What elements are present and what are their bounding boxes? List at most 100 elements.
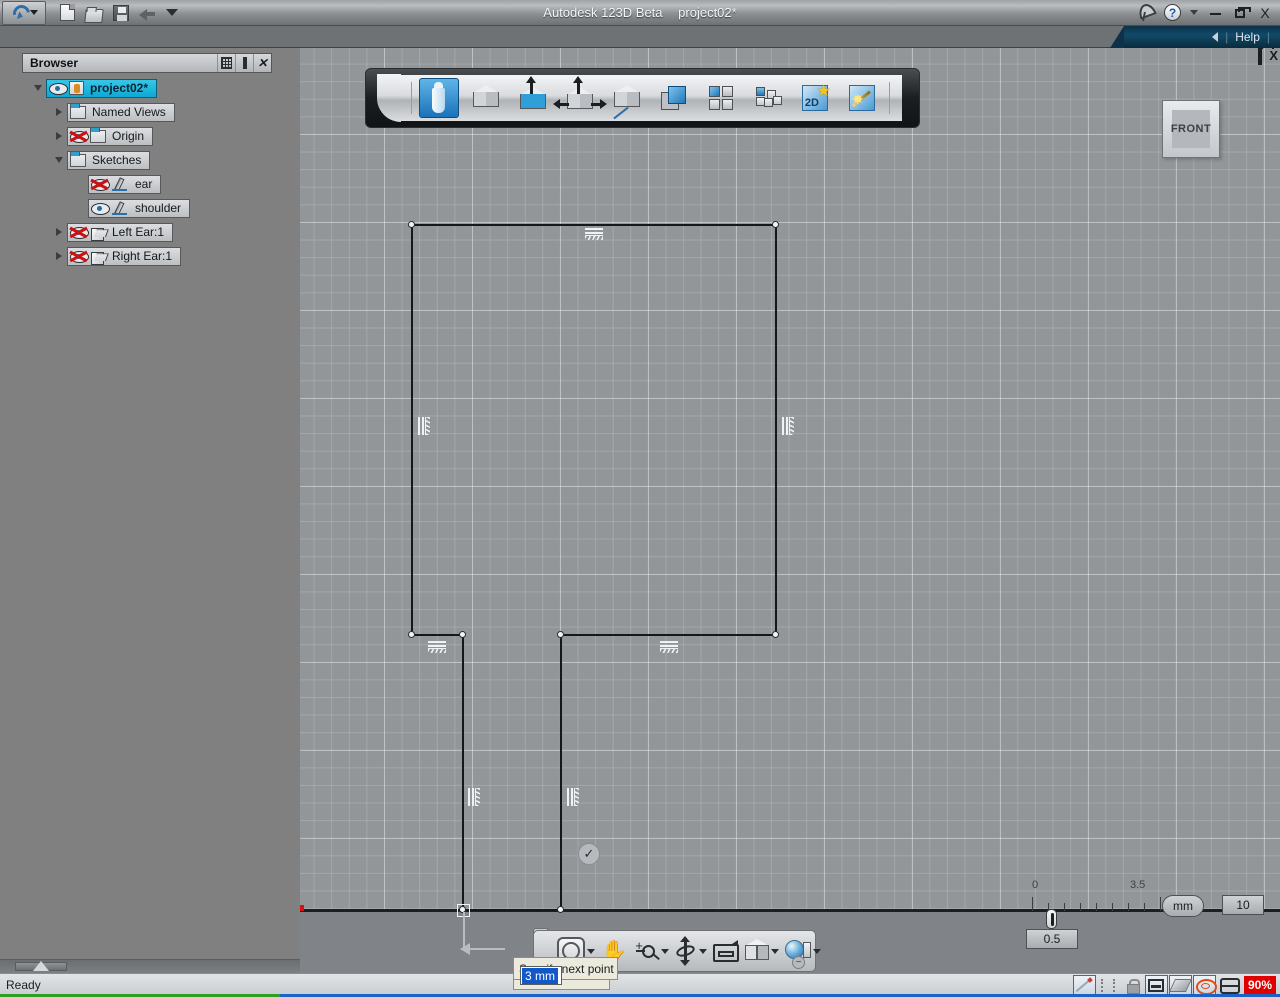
chevron-right-icon[interactable]: [56, 228, 62, 236]
tree-item-label: ear: [135, 177, 153, 191]
tree-item-shoulder[interactable]: shoulder: [72, 198, 191, 218]
drawing-2d-tool[interactable]: 2D ★: [795, 78, 835, 118]
snap-slider-handle[interactable]: [1046, 909, 1057, 929]
layers-icon[interactable]: [1217, 975, 1241, 995]
look-at-button[interactable]: [674, 935, 708, 967]
viewport[interactable]: X 2D ★ ✸ FRONT ✓ ✋ + − 0 3.5 mm 10 0.5: [300, 48, 1280, 973]
app-title-text: Autodesk 123D Beta: [543, 5, 663, 20]
tree-item-chip[interactable]: Right Ear:1: [67, 246, 182, 266]
sketch-tool[interactable]: [418, 78, 459, 118]
scrollbar-grip-icon[interactable]: [33, 961, 49, 971]
viewport-restore-button[interactable]: [1258, 48, 1263, 65]
view-window-button[interactable]: [712, 935, 740, 967]
new-document-icon[interactable]: [58, 3, 77, 22]
view-cube[interactable]: FRONT: [1162, 100, 1220, 158]
pattern-tool[interactable]: [607, 78, 647, 120]
tree-item-chip[interactable]: Origin: [67, 126, 154, 146]
snap-max-field[interactable]: 10: [1222, 895, 1264, 915]
visibility-off-icon[interactable]: [70, 130, 89, 143]
viewport-close-button[interactable]: X: [1269, 48, 1278, 63]
expander[interactable]: [51, 152, 67, 168]
grouping-tool[interactable]: [701, 78, 741, 118]
construct-tool[interactable]: [513, 76, 553, 118]
browser-horizontal-scrollbar[interactable]: [0, 959, 300, 973]
grid-snap-widget: 0 3.5 mm 10 0.5: [1010, 875, 1272, 953]
combine-tool[interactable]: [654, 78, 694, 118]
view-cube-face[interactable]: FRONT: [1171, 110, 1211, 148]
application-menu-button[interactable]: [2, 0, 46, 25]
close-window-button[interactable]: X: [1257, 5, 1273, 21]
zoom-button[interactable]: +: [632, 935, 670, 967]
tree-item-chip[interactable]: Named Views: [67, 102, 175, 122]
tree-item-named-views[interactable]: Named Views: [51, 102, 190, 122]
help-icon[interactable]: ?: [1164, 4, 1181, 21]
snap-value-field[interactable]: 0.5: [1026, 929, 1078, 949]
modify-tool[interactable]: [552, 76, 607, 118]
chevron-down-icon[interactable]: [34, 85, 42, 91]
dimension-brackets-icon[interactable]: [1097, 975, 1120, 995]
sketch-constraint-icon[interactable]: [1072, 975, 1096, 995]
chevron-down-icon[interactable]: [771, 948, 780, 954]
grid-quad-icon: [708, 86, 733, 110]
loop-icon[interactable]: [1192, 975, 1217, 995]
tree-item-ear[interactable]: ear: [72, 174, 190, 194]
help-link[interactable]: Help: [1235, 30, 1260, 44]
help-chevron-down-icon[interactable]: [1190, 10, 1198, 15]
visibility-off-icon[interactable]: [70, 226, 89, 239]
status-bar: Ready 90%: [0, 973, 1280, 997]
tree-item-project02[interactable]: project02*: [30, 78, 190, 98]
plane-icon[interactable]: [1168, 975, 1192, 995]
expander[interactable]: [51, 248, 67, 264]
tree-item-origin[interactable]: Origin: [51, 126, 190, 146]
chevron-down-icon[interactable]: [587, 948, 595, 954]
open-document-icon[interactable]: [84, 4, 104, 23]
dimension-input-value[interactable]: 3 mm: [522, 967, 558, 984]
expander[interactable]: [30, 80, 46, 96]
smart-tool[interactable]: ✸: [842, 78, 882, 118]
expander[interactable]: [51, 224, 67, 240]
minimize-window-button[interactable]: [1207, 5, 1223, 21]
tree-item-sketches[interactable]: Sketches: [51, 150, 190, 170]
display-style-button[interactable]: [744, 935, 780, 967]
dimension-input-field[interactable]: 3 mm: [520, 966, 562, 985]
chevron-right-icon[interactable]: [56, 252, 62, 260]
chevron-down-icon[interactable]: [813, 948, 822, 954]
browser-grid-icon[interactable]: [217, 54, 235, 72]
frame-icon[interactable]: [1144, 975, 1168, 995]
tree-item-chip[interactable]: Sketches: [67, 150, 151, 170]
chevron-right-icon[interactable]: [56, 108, 62, 116]
visibility-off-icon[interactable]: [91, 178, 110, 191]
primitives-tool[interactable]: [466, 78, 506, 118]
navbar-collapse-button[interactable]: −: [792, 956, 805, 969]
chevron-down-icon[interactable]: [29, 10, 38, 15]
tree-item-chip[interactable]: shoulder: [88, 198, 191, 218]
display-style-icon: [745, 939, 770, 963]
chevron-right-icon[interactable]: [56, 132, 62, 140]
browser-dots-icon[interactable]: [235, 54, 253, 72]
visibility-off-icon[interactable]: [70, 250, 89, 263]
expander[interactable]: [51, 104, 67, 120]
collapse-left-icon[interactable]: [1212, 32, 1219, 42]
tree-item-right-ear-1[interactable]: Right Ear:1: [51, 246, 190, 266]
restore-window-button[interactable]: [1232, 5, 1251, 21]
undo-icon[interactable]: [139, 4, 158, 22]
visibility-eye-icon[interactable]: [49, 82, 68, 95]
visibility-eye-icon[interactable]: [91, 202, 110, 215]
tree-item-chip[interactable]: project02*: [46, 78, 158, 98]
tree-item-chip[interactable]: ear: [88, 174, 162, 194]
customize-quick-access-icon[interactable]: [166, 9, 178, 16]
lock-icon[interactable]: [1121, 975, 1144, 995]
chevron-down-icon[interactable]: [699, 948, 708, 954]
save-document-icon[interactable]: [112, 4, 131, 22]
broadcast-icon[interactable]: [1136, 4, 1155, 21]
chevron-down-icon[interactable]: [661, 948, 670, 954]
assemble-tool[interactable]: [748, 78, 788, 118]
browser-close-icon[interactable]: ✕: [253, 54, 271, 72]
expander[interactable]: [51, 128, 67, 144]
tree-item-left-ear-1[interactable]: Left Ear:1: [51, 222, 190, 242]
tree-item-chip[interactable]: Left Ear:1: [67, 222, 174, 242]
window-title: Autodesk 123D Beta project02*: [0, 5, 1280, 20]
unit-selector[interactable]: mm: [1162, 895, 1204, 917]
chevron-down-icon[interactable]: [55, 157, 63, 163]
zoom-percent-badge[interactable]: 90%: [1243, 976, 1276, 994]
